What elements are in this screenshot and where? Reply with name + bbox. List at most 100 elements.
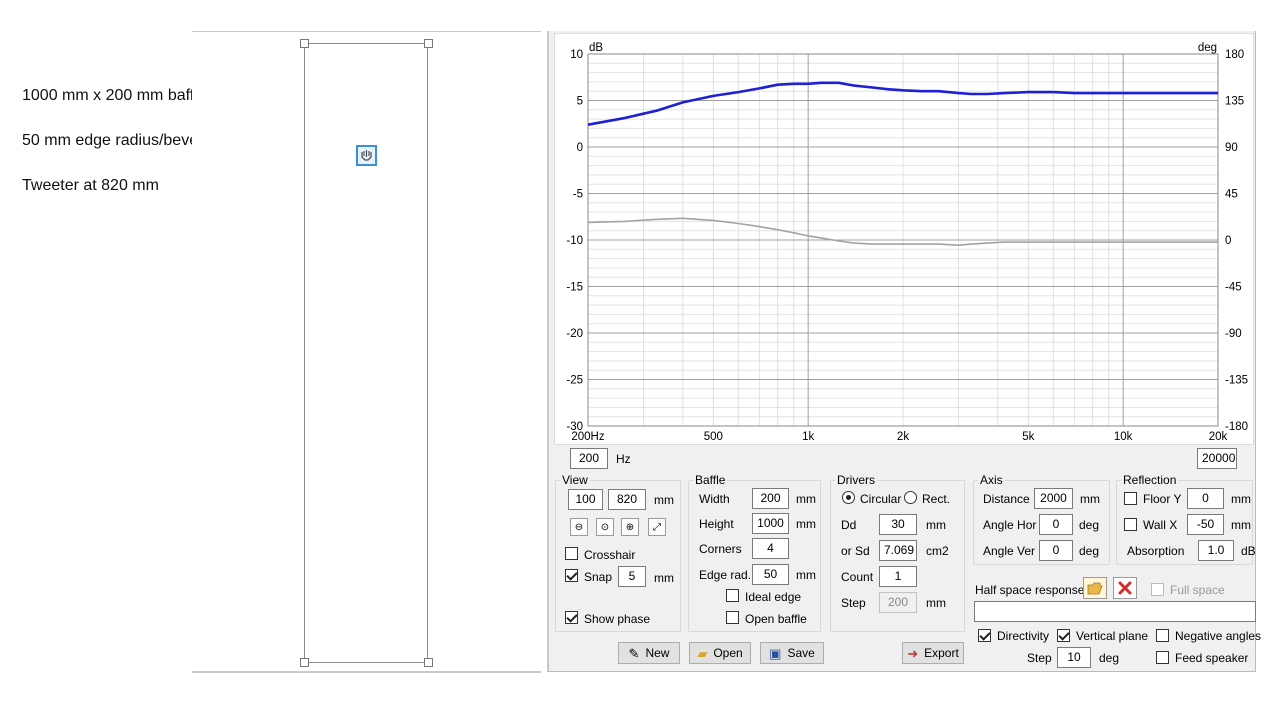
step-label: Step <box>841 596 866 610</box>
fit-view-icon[interactable]: ⤢ <box>648 518 666 536</box>
count-label: Count <box>841 570 874 584</box>
half-space-label: Half space response <box>975 583 1085 597</box>
resize-handle-bottom-right[interactable] <box>424 658 433 667</box>
corners-field[interactable]: 4 <box>752 538 789 559</box>
show-phase-checkbox[interactable] <box>565 611 578 624</box>
crosshair-checkbox[interactable] <box>565 547 578 560</box>
directivity-label: Directivity <box>997 629 1050 643</box>
open-folder-icon[interactable] <box>1083 577 1107 599</box>
y-left-tick-label: -15 <box>566 282 583 294</box>
zoom-in-icon[interactable]: ⊕ <box>621 518 639 536</box>
directivity-checkbox[interactable] <box>978 629 991 642</box>
half-space-path-field[interactable] <box>974 601 1256 622</box>
open-baffle-checkbox[interactable] <box>726 611 739 624</box>
angle-ver-field[interactable]: 0 <box>1039 540 1073 561</box>
circular-radio[interactable] <box>842 491 855 504</box>
sd-field[interactable]: 7.069 <box>879 540 917 561</box>
y-right-tick-label: -180 <box>1225 421 1248 433</box>
view-group-title: View <box>560 473 590 487</box>
feed-speaker-checkbox[interactable] <box>1156 651 1169 664</box>
save-button[interactable]: ▣ Save <box>760 642 824 664</box>
width-field[interactable]: 200 <box>752 488 789 509</box>
snap-unit: mm <box>654 571 674 585</box>
open-button-label: Open <box>713 646 743 660</box>
absorption-unit: dB <box>1241 544 1256 558</box>
tweeter-driver-icon[interactable] <box>356 145 377 166</box>
full-space-checkbox <box>1151 583 1164 596</box>
edge-radius-unit: mm <box>796 568 816 582</box>
edge-radius-field[interactable]: 50 <box>752 564 789 585</box>
zoom-out-icon[interactable]: ⊖ <box>570 518 588 536</box>
y-right-tick-label: -90 <box>1225 328 1242 340</box>
y-right-axis-label: deg <box>1198 42 1217 54</box>
export-button[interactable]: ➜ Export <box>902 642 964 664</box>
canvas-gap <box>192 32 197 227</box>
note-tweeter-position: Tweeter at 820 mm <box>22 177 159 194</box>
wall-label: Wall X <box>1143 518 1178 532</box>
sd-label: or Sd <box>841 544 870 558</box>
angle-ver-unit: deg <box>1079 544 1100 558</box>
negative-angles-label: Negative angles <box>1175 629 1262 643</box>
distance-field[interactable]: 2000 <box>1034 488 1073 509</box>
reflection-group-title: Reflection <box>1121 473 1179 487</box>
y-left-axis-label: dB <box>589 42 603 54</box>
floor-field[interactable]: 0 <box>1187 488 1224 509</box>
x-tick-label: 1k <box>802 431 814 443</box>
vertical-plane-checkbox[interactable] <box>1057 629 1070 642</box>
count-field[interactable]: 1 <box>879 566 917 587</box>
y-left-tick-label: 0 <box>577 142 583 154</box>
view-x-field[interactable]: 100 <box>568 489 603 510</box>
height-unit: mm <box>796 517 816 531</box>
resize-handle-top-left[interactable] <box>300 39 309 48</box>
width-label: Width <box>699 492 730 506</box>
zoom-reset-icon[interactable]: ⊙ <box>596 518 614 536</box>
negative-angles-checkbox[interactable] <box>1156 629 1169 642</box>
resize-handle-bottom-left[interactable] <box>300 658 309 667</box>
view-y-field[interactable]: 820 <box>608 489 646 510</box>
new-button[interactable]: ✎ New <box>618 642 680 664</box>
rect-label: Rect. <box>922 492 951 506</box>
circular-label: Circular <box>860 492 902 506</box>
height-field[interactable]: 1000 <box>752 513 789 534</box>
y-left-tick-label: -25 <box>566 375 583 387</box>
new-button-label: New <box>645 646 670 660</box>
save-button-label: Save <box>787 646 815 660</box>
ideal-edge-checkbox[interactable] <box>726 589 739 602</box>
snap-checkbox[interactable] <box>565 569 578 582</box>
delete-icon[interactable] <box>1113 577 1137 599</box>
open-button[interactable]: ▰ Open <box>689 642 751 664</box>
x-tick-label: 500 <box>704 431 723 443</box>
wall-field[interactable]: -50 <box>1187 514 1224 535</box>
note-baffle-size: 1000 mm x 200 mm baffle <box>22 87 207 104</box>
absorption-field[interactable]: 1.0 <box>1198 540 1234 561</box>
angle-ver-label: Angle Ver <box>983 544 1036 558</box>
x-tick-label: 5k <box>1022 431 1034 443</box>
y-left-tick-label: -10 <box>566 235 583 247</box>
sd-unit: cm2 <box>926 544 949 558</box>
resize-handle-top-right[interactable] <box>424 39 433 48</box>
snap-field[interactable]: 5 <box>618 566 646 587</box>
wall-unit: mm <box>1231 518 1251 532</box>
y-right-tick-label: 180 <box>1225 49 1244 61</box>
floor-checkbox[interactable] <box>1124 492 1137 505</box>
min-frequency-field[interactable]: 200 <box>570 448 608 469</box>
wall-checkbox[interactable] <box>1124 518 1137 531</box>
corners-label: Corners <box>699 542 742 556</box>
baffle-canvas[interactable] <box>192 31 541 673</box>
step-field: 200 <box>879 592 917 613</box>
export-button-label: Export <box>924 646 959 660</box>
dd-field[interactable]: 30 <box>879 514 917 535</box>
height-label: Height <box>699 517 734 531</box>
y-right-tick-label: 135 <box>1225 96 1244 108</box>
baffle-outline[interactable] <box>304 43 428 663</box>
x-tick-label: 10k <box>1114 431 1133 443</box>
angle-hor-field[interactable]: 0 <box>1039 514 1073 535</box>
absorption-label: Absorption <box>1127 544 1185 558</box>
max-frequency-field[interactable]: 20000 <box>1197 448 1237 469</box>
simulator-window: 10 5 0 -5 -10 -15 -20 -25 -30 180 135 90 45 0 -45 -90 -1… <box>547 31 1261 672</box>
directivity-step-field[interactable]: 10 <box>1057 647 1091 668</box>
rect-radio[interactable] <box>904 491 917 504</box>
directivity-step-label: Step <box>1027 651 1052 665</box>
y-left-tick-label: -20 <box>566 328 583 340</box>
snap-label: Snap <box>584 570 613 584</box>
